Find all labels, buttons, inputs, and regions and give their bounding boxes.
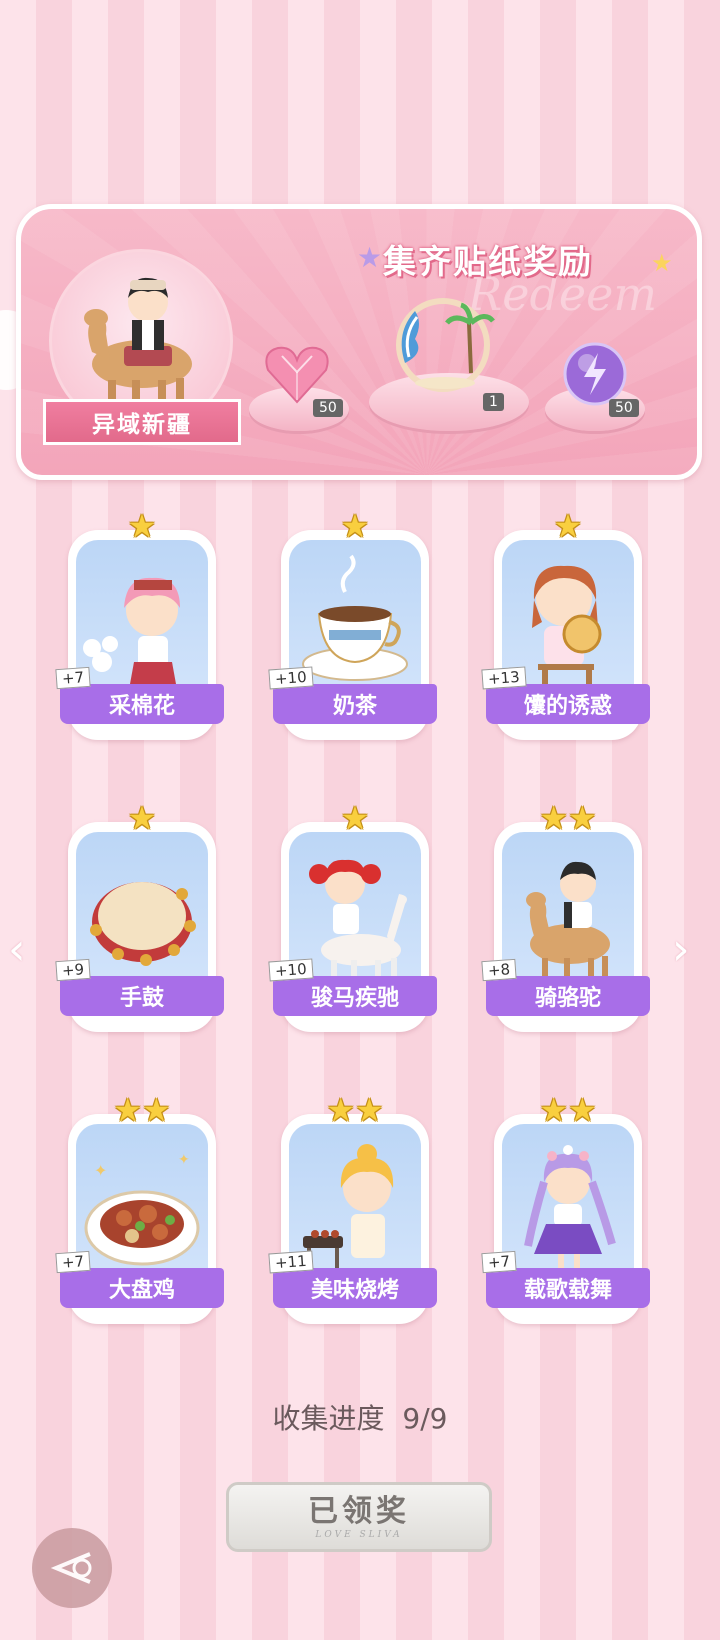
card-bonus: +11 xyxy=(268,1250,314,1274)
card-label: 骏马疾驰 xyxy=(273,976,437,1016)
card-label: 大盘鸡 xyxy=(60,1268,224,1308)
back-arrow-icon xyxy=(50,1552,92,1584)
svg-text:✦: ✦ xyxy=(94,1161,107,1180)
title-star-right-icon: ★ xyxy=(651,249,673,277)
beach-frame-icon[interactable] xyxy=(385,283,505,403)
sticker-card[interactable]: ✦ ✦ 大盘鸡 +7 ★ ★ xyxy=(55,1092,224,1326)
star-icon: ★ xyxy=(539,1091,568,1129)
back-button[interactable] xyxy=(32,1528,112,1608)
star-icon: ★ xyxy=(127,507,157,545)
star-icon: ★ xyxy=(340,799,370,837)
star-icon: ★ xyxy=(568,1091,597,1129)
star-icon: ★ xyxy=(127,799,157,837)
claimed-label: 已领奖 xyxy=(308,1494,410,1529)
sticker-card[interactable]: 骏马疾驰 +10 ★ xyxy=(268,800,437,1034)
star-icon: ★ xyxy=(326,1091,355,1129)
reward-count: 50 xyxy=(609,399,639,417)
progress-label: 收集进度 xyxy=(272,1402,385,1435)
rarity-stars: ★ ★ xyxy=(486,1092,650,1128)
star-icon: ★ xyxy=(142,1091,171,1129)
claimed-button[interactable]: 已领奖 LOVE SLIVA xyxy=(226,1482,492,1552)
rarity-stars: ★ ★ xyxy=(273,1092,437,1128)
card-label: 采棉花 xyxy=(60,684,224,724)
banner-title: 集齐贴纸奖励 xyxy=(383,242,593,281)
star-icon: ★ xyxy=(340,507,370,545)
card-label: 奶茶 xyxy=(273,684,437,724)
rarity-stars: ★ ★ xyxy=(486,800,650,836)
theme-label: 异域新疆 xyxy=(43,399,241,445)
star-icon: ★ xyxy=(355,1091,384,1129)
card-label: 美味烧烤 xyxy=(273,1268,437,1308)
rarity-stars: ★ xyxy=(486,508,650,544)
rarity-stars: ★ xyxy=(60,508,224,544)
progress-value: 9/9 xyxy=(402,1402,448,1435)
next-page-arrow-icon[interactable]: › xyxy=(672,924,690,975)
claimed-subtitle: LOVE SLIVA xyxy=(315,1530,403,1540)
sticker-card[interactable]: 手鼓 +9 ★ xyxy=(55,800,224,1034)
card-bonus: +9 xyxy=(55,958,91,982)
card-bonus: +10 xyxy=(268,958,314,982)
rarity-stars: ★ xyxy=(273,800,437,836)
card-label: 骑骆驼 xyxy=(486,976,650,1016)
title-star-left-icon: ★ xyxy=(357,241,383,274)
star-icon: ★ xyxy=(553,507,583,545)
star-icon: ★ xyxy=(113,1091,142,1129)
collection-progress: 收集进度 9/9 xyxy=(0,1397,720,1437)
reward-count: 1 xyxy=(483,393,504,411)
card-bonus: +7 xyxy=(481,1250,517,1274)
card-label: 载歌载舞 xyxy=(486,1268,650,1308)
card-label: 馕的诱惑 xyxy=(486,684,650,724)
card-bonus: +10 xyxy=(268,666,314,690)
sticker-card[interactable]: 骑骆驼 +8 ★ ★ xyxy=(481,800,650,1034)
card-bonus: +13 xyxy=(481,666,527,690)
svg-text:✦: ✦ xyxy=(178,1152,190,1168)
sticker-card[interactable]: 美味烧烤 +11 ★ ★ xyxy=(268,1092,437,1326)
sticker-card[interactable]: 奶茶 +10 ★ xyxy=(268,508,437,742)
rarity-stars: ★ ★ xyxy=(60,1092,224,1128)
prev-page-arrow-icon[interactable]: ‹ xyxy=(8,924,26,975)
rarity-stars: ★ xyxy=(273,508,437,544)
card-bonus: +7 xyxy=(55,1250,91,1274)
sticker-card[interactable]: 馕的诱惑 +13 ★ xyxy=(481,508,650,742)
sticker-card[interactable]: 采棉花 +7 ★ xyxy=(55,508,224,742)
card-bonus: +8 xyxy=(481,958,517,982)
card-label: 手鼓 xyxy=(60,976,224,1016)
star-icon: ★ xyxy=(539,799,568,837)
sticker-card[interactable]: 载歌载舞 +7 ★ ★ xyxy=(481,1092,650,1326)
card-bonus: +7 xyxy=(55,666,91,690)
reward-count: 50 xyxy=(313,399,343,417)
rarity-stars: ★ xyxy=(60,800,224,836)
star-icon: ★ xyxy=(568,799,597,837)
reward-banner: Redeem ★ 集齐贴纸奖励 ★ 异域新疆 50 1 50 xyxy=(16,204,702,480)
